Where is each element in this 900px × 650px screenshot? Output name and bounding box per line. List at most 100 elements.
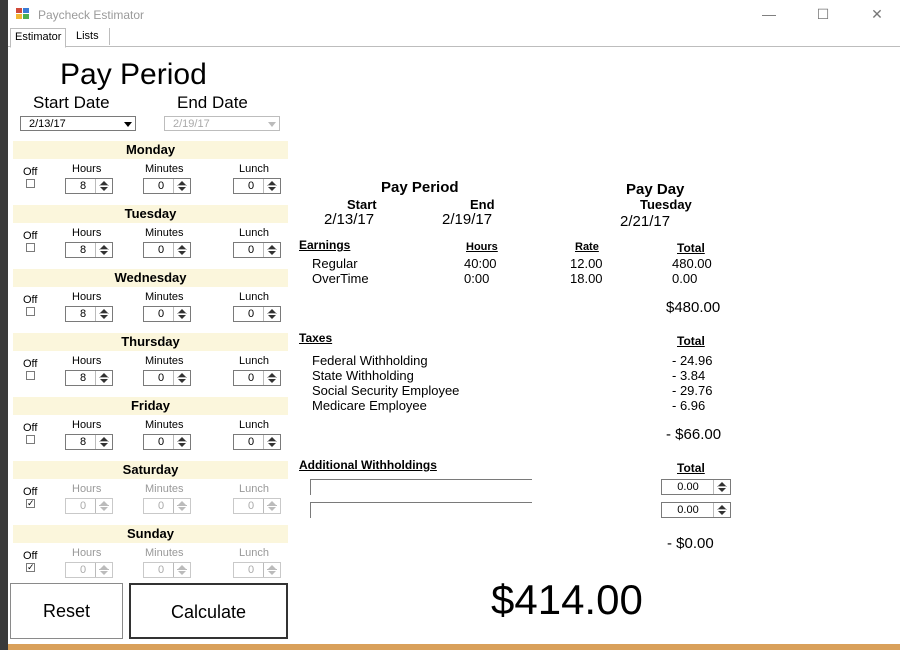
reset-button[interactable]: Reset bbox=[10, 583, 123, 639]
hours-value: 8 bbox=[79, 372, 87, 384]
lunch-stepper[interactable]: 0 bbox=[233, 306, 281, 322]
minutes-value: 0 bbox=[157, 308, 165, 320]
minutes-stepper[interactable]: 0 bbox=[143, 306, 191, 322]
hours-stepper[interactable]: 8 bbox=[65, 370, 113, 386]
minutes-label: Minutes bbox=[145, 483, 184, 495]
spinner-arrows-icon bbox=[95, 499, 112, 513]
lunch-stepper[interactable]: 0 bbox=[233, 178, 281, 194]
tab-strip: Estimator Lists bbox=[8, 28, 900, 48]
spinner-arrows-icon[interactable] bbox=[263, 179, 280, 193]
minutes-label: Minutes bbox=[145, 547, 184, 559]
lunch-label: Lunch bbox=[239, 355, 269, 367]
earnings-rate-header: Rate bbox=[575, 241, 599, 253]
lunch-stepper[interactable]: 0 bbox=[233, 242, 281, 258]
earnings-hours-header: Hours bbox=[466, 241, 498, 253]
spinner-arrows-icon[interactable] bbox=[173, 371, 190, 385]
tab-estimator[interactable]: Estimator bbox=[10, 28, 67, 48]
hours-label: Hours bbox=[72, 163, 102, 175]
hours-stepper: 0 bbox=[65, 498, 113, 514]
earnings-row-rate: 18.00 bbox=[570, 271, 603, 286]
hours-stepper[interactable]: 8 bbox=[65, 306, 113, 322]
hours-label: Hours bbox=[72, 547, 102, 559]
maximize-button[interactable]: ☐ bbox=[810, 4, 836, 24]
spinner-arrows-icon[interactable] bbox=[95, 243, 112, 257]
off-label: Off bbox=[23, 422, 38, 434]
hours-stepper[interactable]: 8 bbox=[65, 242, 113, 258]
earnings-total-header: Total bbox=[677, 241, 705, 255]
lunch-stepper: 0 bbox=[233, 562, 281, 578]
lunch-stepper[interactable]: 0 bbox=[233, 434, 281, 450]
spinner-arrows-icon[interactable] bbox=[713, 480, 730, 494]
spinner-arrows-icon[interactable] bbox=[713, 503, 730, 517]
taxes-total-header: Total bbox=[677, 334, 705, 348]
net-pay-total: $414.00 bbox=[491, 576, 643, 623]
day-off-checkbox[interactable] bbox=[26, 243, 35, 252]
calculate-button[interactable]: Calculate bbox=[129, 583, 288, 639]
lunch-stepper: 0 bbox=[233, 498, 281, 514]
earnings-row-hours: 40:00 bbox=[464, 256, 497, 271]
day-header-tuesday: Tuesday bbox=[13, 205, 288, 223]
tax-row-value: - 24.96 bbox=[672, 353, 713, 368]
minutes-stepper[interactable]: 0 bbox=[143, 370, 191, 386]
earnings-sum: $480.00 bbox=[666, 299, 721, 316]
start-date-picker[interactable]: 2/13/17 bbox=[20, 116, 136, 131]
spinner-arrows-icon[interactable] bbox=[95, 371, 112, 385]
day-off-checkbox[interactable] bbox=[26, 307, 35, 316]
lunch-value: 0 bbox=[247, 436, 255, 448]
day-off-checkbox[interactable]: ✓ bbox=[26, 563, 35, 572]
minutes-stepper[interactable]: 0 bbox=[143, 242, 191, 258]
day-off-checkbox[interactable] bbox=[26, 435, 35, 444]
minutes-stepper: 0 bbox=[143, 498, 191, 514]
day-off-checkbox[interactable]: ✓ bbox=[26, 499, 35, 508]
close-button[interactable]: ✕ bbox=[864, 4, 890, 24]
hours-label: Hours bbox=[72, 419, 102, 431]
spinner-arrows-icon[interactable] bbox=[95, 307, 112, 321]
spinner-arrows-icon[interactable] bbox=[263, 435, 280, 449]
day-off-checkbox[interactable] bbox=[26, 371, 35, 380]
hours-value: 0 bbox=[79, 500, 87, 512]
spinner-arrows-icon[interactable] bbox=[173, 307, 190, 321]
minutes-label: Minutes bbox=[145, 227, 184, 239]
withholding-amount-stepper[interactable]: 0.00 bbox=[661, 502, 731, 518]
payday-title: Pay Day bbox=[626, 181, 685, 198]
spinner-arrows-icon[interactable] bbox=[95, 179, 112, 193]
lunch-value: 0 bbox=[247, 244, 255, 256]
day-header-thursday: Thursday bbox=[13, 333, 288, 351]
withholding-name-input[interactable] bbox=[310, 479, 532, 495]
day-header-sunday: Sunday bbox=[13, 525, 288, 543]
start-date-label: Start Date bbox=[33, 93, 110, 112]
hours-stepper[interactable]: 8 bbox=[65, 178, 113, 194]
tab-lists[interactable]: Lists bbox=[72, 28, 110, 45]
chevron-down-icon[interactable] bbox=[124, 122, 132, 127]
earnings-row-hours: 0:00 bbox=[464, 271, 490, 286]
lunch-label: Lunch bbox=[239, 291, 269, 303]
withholding-name-input[interactable] bbox=[310, 502, 532, 518]
end-date-picker: 2/19/17 bbox=[164, 116, 280, 131]
spinner-arrows-icon[interactable] bbox=[173, 243, 190, 257]
day-header-friday: Friday bbox=[13, 397, 288, 415]
earnings-row-label: Regular bbox=[312, 256, 358, 271]
window-title: Paycheck Estimator bbox=[38, 8, 145, 22]
hours-stepper[interactable]: 8 bbox=[65, 434, 113, 450]
additional-heading: Additional Withholdings bbox=[299, 458, 437, 472]
summary-start-label: Start bbox=[347, 197, 377, 212]
minutes-label: Minutes bbox=[145, 163, 184, 175]
tax-row-label: State Withholding bbox=[312, 368, 414, 383]
hours-label: Hours bbox=[72, 291, 102, 303]
lunch-label: Lunch bbox=[239, 163, 269, 175]
withholding-amount-stepper[interactable]: 0.00 bbox=[661, 479, 731, 495]
spinner-arrows-icon[interactable] bbox=[263, 371, 280, 385]
minimize-button[interactable]: — bbox=[756, 4, 782, 24]
minutes-stepper[interactable]: 0 bbox=[143, 178, 191, 194]
spinner-arrows-icon[interactable] bbox=[95, 435, 112, 449]
lunch-label: Lunch bbox=[239, 547, 269, 559]
end-date-label: End Date bbox=[177, 93, 248, 112]
spinner-arrows-icon bbox=[263, 499, 280, 513]
spinner-arrows-icon[interactable] bbox=[173, 179, 190, 193]
minutes-stepper[interactable]: 0 bbox=[143, 434, 191, 450]
spinner-arrows-icon[interactable] bbox=[263, 243, 280, 257]
spinner-arrows-icon[interactable] bbox=[263, 307, 280, 321]
day-off-checkbox[interactable] bbox=[26, 179, 35, 188]
spinner-arrows-icon[interactable] bbox=[173, 435, 190, 449]
lunch-stepper[interactable]: 0 bbox=[233, 370, 281, 386]
